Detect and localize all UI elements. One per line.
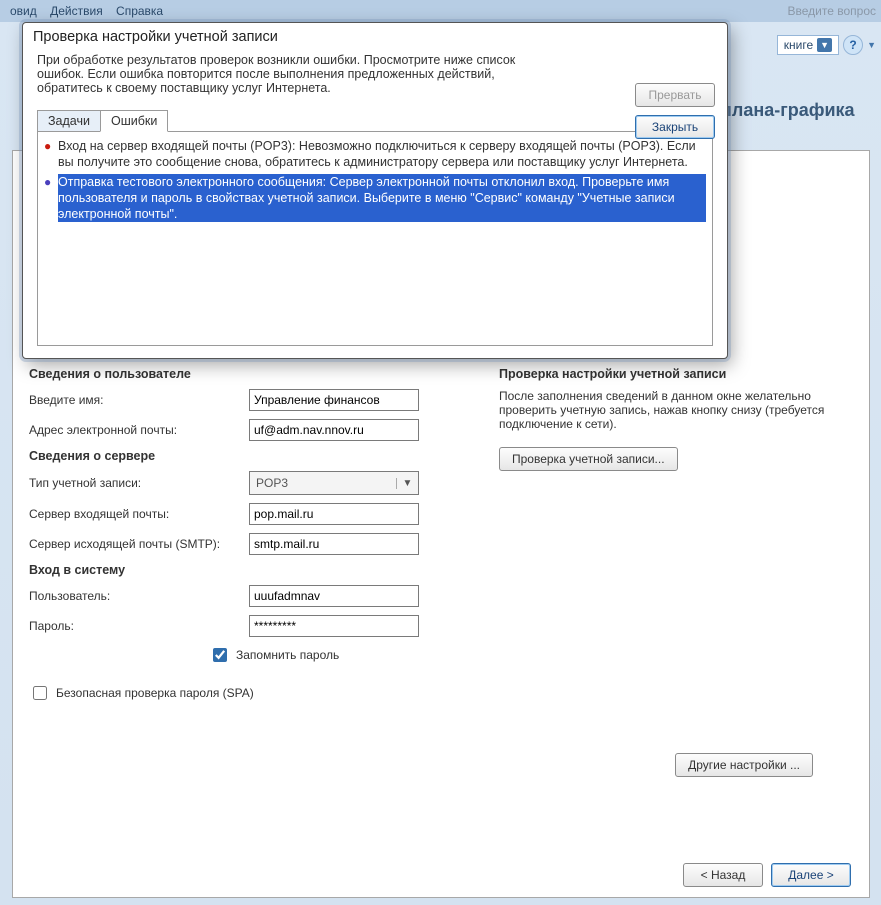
address-book-dropdown[interactable]: книге ▼	[777, 35, 839, 55]
chevron-down-icon: ▼	[817, 38, 832, 52]
popup-title: Проверка настройки учетной записи	[23, 23, 727, 51]
label-password: Пароль:	[29, 619, 249, 633]
error-list: ● Вход на сервер входящей почты (POP3): …	[37, 131, 713, 346]
check-account-button[interactable]: Проверка учетной записи...	[499, 447, 678, 471]
back-button[interactable]: < Назад	[683, 863, 763, 887]
chevron-down-icon[interactable]: ▼	[867, 40, 876, 50]
email-input[interactable]	[249, 419, 419, 441]
page-title: е плана-графика	[706, 100, 876, 121]
menu-item[interactable]: Справка	[116, 4, 163, 18]
checkbox-icon[interactable]	[33, 686, 47, 700]
label-user: Пользователь:	[29, 589, 249, 603]
dropdown-value: POP3	[250, 476, 396, 490]
search-box[interactable]: Введите вопрос	[788, 0, 877, 22]
next-button[interactable]: Далее >	[771, 863, 851, 887]
menu-bar: овид Действия Справка	[0, 0, 881, 22]
section-check: Проверка настройки учетной записи	[499, 367, 849, 381]
error-text: Отправка тестового электронного сообщени…	[58, 174, 706, 222]
checkbox-label: Запомнить пароль	[236, 648, 339, 662]
dropdown-label: книге	[784, 38, 813, 52]
section-login: Вход в систему	[29, 563, 459, 577]
error-bullet-icon: ●	[44, 138, 58, 170]
label-name: Введите имя:	[29, 393, 249, 407]
other-settings-button[interactable]: Другие настройки ...	[675, 753, 813, 777]
label-email: Адрес электронной почты:	[29, 423, 249, 437]
error-item-selected[interactable]: ● Отправка тестового электронного сообще…	[38, 172, 712, 224]
incoming-server-input[interactable]	[249, 503, 419, 525]
error-text: Вход на сервер входящей почты (POP3): Не…	[58, 138, 706, 170]
stop-button: Прервать	[635, 83, 715, 107]
tab-errors[interactable]: Ошибки	[100, 110, 168, 132]
test-account-popup: Проверка настройки учетной записи При об…	[22, 22, 728, 359]
error-item[interactable]: ● Вход на сервер входящей почты (POP3): …	[38, 136, 712, 172]
section-user-info: Сведения о пользователе	[29, 367, 459, 381]
account-type-dropdown[interactable]: POP3 ▼	[249, 471, 419, 495]
error-bullet-icon: ●	[44, 174, 58, 222]
name-input[interactable]	[249, 389, 419, 411]
outgoing-server-input[interactable]	[249, 533, 419, 555]
password-input[interactable]	[249, 615, 419, 637]
section-server-info: Сведения о сервере	[29, 449, 459, 463]
label-acct-type: Тип учетной записи:	[29, 476, 249, 490]
help-icon[interactable]: ?	[843, 35, 863, 55]
remember-password-checkbox[interactable]: Запомнить пароль	[209, 645, 339, 665]
chevron-down-icon: ▼	[396, 478, 418, 489]
checkbox-label: Безопасная проверка пароля (SPA)	[56, 686, 254, 700]
toolbar: книге ▼ ? ▼	[777, 30, 876, 60]
popup-tabs: Задачи Ошибки	[37, 110, 727, 132]
checkbox-icon[interactable]	[213, 648, 227, 662]
menu-item[interactable]: овид	[10, 4, 37, 18]
username-input[interactable]	[249, 585, 419, 607]
check-description: После заполнения сведений в данном окне …	[499, 389, 849, 431]
menu-item[interactable]: Действия	[50, 4, 103, 18]
label-outgoing: Сервер исходящей почты (SMTP):	[29, 537, 249, 551]
label-incoming: Сервер входящей почты:	[29, 507, 249, 521]
popup-message: При обработке результатов проверок возни…	[23, 51, 543, 101]
spa-checkbox[interactable]: Безопасная проверка пароля (SPA)	[29, 683, 254, 703]
tab-tasks[interactable]: Задачи	[37, 110, 101, 132]
